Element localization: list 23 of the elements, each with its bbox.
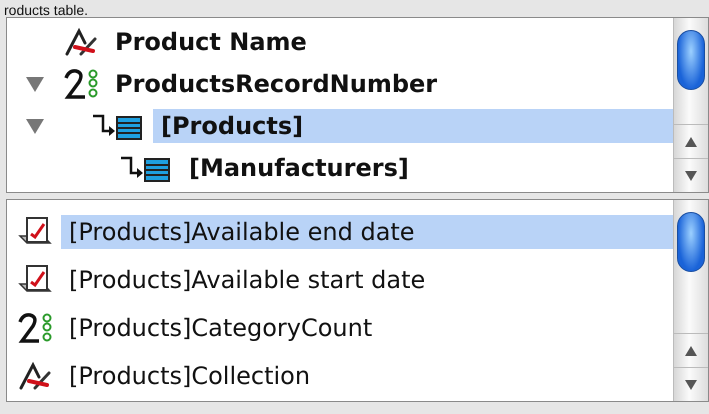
caption-text: roducts table.	[4, 2, 88, 19]
number-icon	[17, 312, 53, 344]
tree-item[interactable]: ProductsRecordNumber	[107, 67, 446, 101]
up-arrow-icon	[684, 136, 698, 148]
scroll-thumb[interactable]	[677, 30, 705, 90]
down-arrow-icon	[684, 170, 698, 182]
scroll-thumb[interactable]	[677, 212, 705, 272]
down-arrow-icon	[684, 378, 698, 390]
tree-item[interactable]: [Manufacturers]	[181, 151, 417, 185]
disclosure-triangle[interactable]	[25, 117, 45, 135]
field-item[interactable]: [Products]CategoryCount	[61, 311, 380, 345]
field-item[interactable]: [Products]Available start date	[61, 263, 434, 297]
pen-icon	[17, 361, 53, 391]
number-icon	[63, 68, 99, 100]
tree-item[interactable]: [Products]	[153, 109, 673, 143]
scrollbar[interactable]	[673, 18, 708, 192]
field-item[interactable]: [Products]Available end date	[61, 215, 673, 249]
scrollbar[interactable]	[673, 200, 708, 401]
disclosure-triangle[interactable]	[25, 75, 45, 93]
up-arrow-icon	[684, 344, 698, 356]
field-item[interactable]: [Products]Collection	[61, 359, 318, 393]
tree-item[interactable]: Product Name	[107, 25, 315, 59]
pen-icon	[63, 27, 99, 57]
